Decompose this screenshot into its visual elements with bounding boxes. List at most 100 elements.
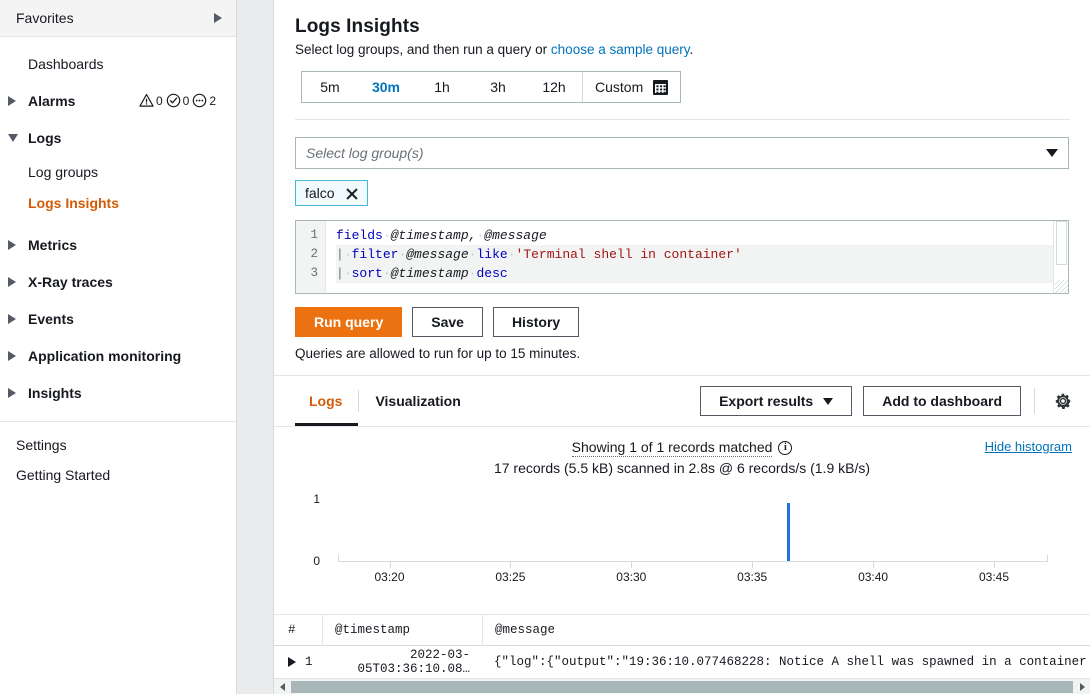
alarm-insufficient-data-icon <box>193 93 207 108</box>
row-timestamp: 2022-03-05T03:36:10.08… <box>357 648 470 676</box>
sidebar-nav: Dashboards Alarms 0 0 2 Logs Log groups … <box>0 37 236 490</box>
sidebar-item-events[interactable]: Events <box>0 300 236 337</box>
alarm-count: 0 <box>182 93 190 108</box>
query-hint: Queries are allowed to run for up to 15 … <box>295 346 581 361</box>
sidebar-item-log-groups[interactable]: Log groups <box>0 156 236 187</box>
scroll-left-icon[interactable] <box>274 679 290 694</box>
sample-query-link[interactable]: choose a sample query <box>551 42 690 57</box>
code-line-1: fields·@timestamp,·@message <box>336 228 547 243</box>
query-editor[interactable]: 1 2 3 fields·@timestamp,·@message |·filt… <box>295 220 1069 294</box>
x-axis-end-cap <box>1047 555 1048 562</box>
results-toolbar: Export results Add to dashboard <box>700 386 1090 416</box>
time-range-custom-label: Custom <box>595 79 644 95</box>
summary-main-line: Showing 1 of 1 records matched i <box>571 439 793 457</box>
hide-histogram-link[interactable]: Hide histogram <box>985 439 1072 454</box>
time-range-30m[interactable]: 30m <box>358 72 414 102</box>
code-line-3: |·sort·@timestamp·desc <box>336 264 1053 283</box>
sidebar-item-insights[interactable]: Insights <box>0 374 236 411</box>
sidebar-divider <box>0 421 236 422</box>
sidebar-item-xray-traces[interactable]: X-Ray traces <box>0 263 236 300</box>
alarm-stat-ok: 0 <box>166 93 190 108</box>
sidebar-favorites[interactable]: Favorites <box>0 0 236 37</box>
time-range-1h[interactable]: 1h <box>414 72 470 102</box>
sidebar-item-getting-started[interactable]: Getting Started <box>0 460 236 490</box>
code-token-pipe: | <box>336 266 344 281</box>
line-number: 1 <box>310 228 318 242</box>
expand-row-icon[interactable] <box>288 657 296 667</box>
x-axis-tick-label: 03:20 <box>374 570 405 584</box>
chevron-right-icon <box>8 387 16 398</box>
save-query-button[interactable]: Save <box>412 307 483 337</box>
sidebar-item-dashboards[interactable]: Dashboards <box>0 45 236 82</box>
row-expand-cell[interactable]: 1 <box>274 655 322 669</box>
results-histogram: 1 0 03:20 03:25 03:30 03:35 03:40 03:45 <box>292 484 1072 584</box>
export-results-label: Export results <box>719 393 814 409</box>
sidebar-item-label: Alarms <box>28 92 76 109</box>
close-icon[interactable] <box>345 187 358 200</box>
run-query-button[interactable]: Run query <box>295 307 403 337</box>
sidebar-item-label: Settings <box>16 437 67 453</box>
caret-slot <box>8 133 28 142</box>
code-token-field: @timestamp <box>390 266 469 281</box>
sidebar-item-application-monitoring[interactable]: Application monitoring <box>0 337 236 374</box>
time-range-12h[interactable]: 12h <box>526 72 582 102</box>
sidebar-item-label: Insights <box>28 384 82 401</box>
info-icon[interactable]: i <box>778 441 793 455</box>
scroll-right-icon[interactable] <box>1074 679 1090 694</box>
code-token-keyword: fields <box>336 228 383 243</box>
sidebar-item-settings[interactable]: Settings <box>0 430 236 460</box>
add-to-dashboard-button[interactable]: Add to dashboard <box>863 386 1021 416</box>
sidebar-item-metrics[interactable]: Metrics <box>0 226 236 263</box>
tab-visualization[interactable]: Visualization <box>359 376 476 426</box>
chevron-down-icon <box>8 133 18 142</box>
log-group-select[interactable]: Select log group(s) <box>295 137 1069 169</box>
main-content: Logs Insights Select log groups, and the… <box>273 0 1090 694</box>
x-tick <box>873 562 875 568</box>
sidebar-item-logs-insights[interactable]: Logs Insights <box>0 187 236 218</box>
time-range-5m[interactable]: 5m <box>302 72 358 102</box>
toolbar-separator <box>1034 388 1035 414</box>
query-history-button[interactable]: History <box>492 307 580 337</box>
results-table: # @timestamp @message 1 2022-03-05T03:36… <box>274 614 1090 694</box>
export-results-button[interactable]: Export results <box>700 386 853 416</box>
editor-code[interactable]: fields·@timestamp,·@message |·filter·@me… <box>326 221 1053 293</box>
time-range-3h[interactable]: 3h <box>470 72 526 102</box>
sidebar-item-alarms[interactable]: Alarms 0 0 2 <box>0 82 236 119</box>
x-axis-tick-label: 03:45 <box>978 570 1010 584</box>
sidebar: Favorites Dashboards Alarms 0 0 2 Logs L… <box>0 0 237 694</box>
table-horizontal-scrollbar[interactable] <box>274 678 1090 694</box>
scrollbar-thumb[interactable] <box>291 680 1073 693</box>
sidebar-item-label: Application monitoring <box>28 347 182 364</box>
x-tick <box>994 562 995 568</box>
sidebar-item-logs[interactable]: Logs <box>0 119 236 156</box>
calendar-icon <box>653 79 669 95</box>
time-range-custom[interactable]: Custom <box>582 72 680 102</box>
chevron-right-icon <box>8 350 16 361</box>
code-token-keyword: filter <box>351 247 399 262</box>
sidebar-item-label: X-Ray traces <box>28 273 113 290</box>
code-token-field: @message <box>484 228 547 243</box>
subtitle-suffix: . <box>689 42 694 57</box>
editor-scrollbar-thumb[interactable] <box>1056 221 1067 265</box>
table-row[interactable]: 1 2022-03-05T03:36:10.08… {"log":{"outpu… <box>274 646 1090 678</box>
log-group-token-falco[interactable]: falco <box>295 180 368 206</box>
sidebar-item-label: Events <box>28 310 74 327</box>
sidebar-item-label: Logs <box>28 129 62 146</box>
tab-label: Visualization <box>375 393 461 409</box>
code-line-2: |·filter·@message·like·'Terminal shell i… <box>336 245 1053 264</box>
histogram-bar[interactable] <box>787 503 791 561</box>
summary-detail-line: 17 records (5.5 kB) scanned in 2.8s @ 6 … <box>493 460 871 476</box>
alarm-stat-in-alarm: 0 <box>139 93 163 108</box>
editor-resize-handle[interactable] <box>1055 280 1068 293</box>
tab-logs[interactable]: Logs <box>295 376 359 426</box>
column-header-message: @message <box>482 614 1090 646</box>
code-token-keyword: like <box>476 247 508 262</box>
code-token-keyword: desc <box>476 266 508 281</box>
results-settings-button[interactable] <box>1046 386 1080 416</box>
chevron-right-icon <box>214 13 222 23</box>
page-subtitle: Select log groups, and then run a query … <box>295 42 1070 57</box>
chevron-right-icon <box>8 313 16 324</box>
chevron-right-icon <box>8 95 16 106</box>
caret-slot <box>8 350 28 361</box>
code-token-field: @timestamp, <box>390 228 477 243</box>
